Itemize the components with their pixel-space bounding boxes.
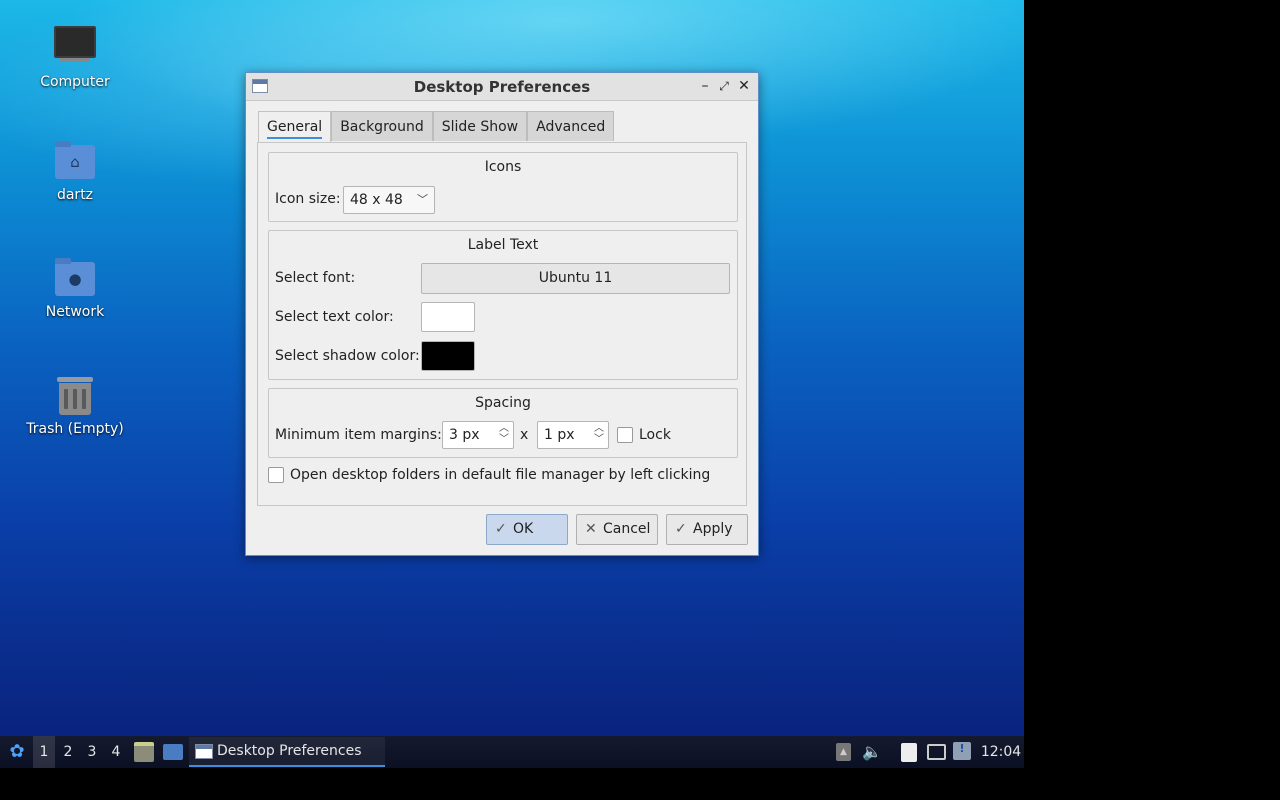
select-font-label: Select font: <box>275 270 356 286</box>
text-color-button[interactable] <box>421 302 475 332</box>
trash-icon <box>53 373 97 417</box>
window-titlebar[interactable]: Desktop Preferences – ⤢ ✕ <box>246 73 758 101</box>
spin-arrows-icon[interactable]: ︿ ﹀ <box>594 423 604 445</box>
computer-icon <box>53 26 97 70</box>
lock-checkbox[interactable] <box>617 427 633 443</box>
screen-border-right <box>1024 0 1280 800</box>
taskbar: ✿ 1 2 3 4 Desktop Preferences ▲ 🔈 ! 12:0… <box>0 736 1024 768</box>
network-folder-icon: ● <box>53 256 97 300</box>
screen-border-bottom <box>0 768 1024 800</box>
check-icon: ✓ <box>675 521 687 537</box>
start-menu-icon[interactable]: ✿ <box>4 736 30 768</box>
group-title: Spacing <box>475 395 531 411</box>
desktop-icon-home[interactable]: ⌂ dartz <box>20 139 130 203</box>
icon-size-select[interactable]: 48 x 48 ﹀ <box>343 186 435 214</box>
minimum-margins-label: Minimum item margins: <box>275 427 442 443</box>
workspace-3[interactable]: 3 <box>81 736 103 768</box>
tab-slide-show[interactable]: Slide Show <box>432 111 528 141</box>
desktop-icon-label: dartz <box>56 187 94 203</box>
check-icon: ✓ <box>495 521 507 537</box>
workspace-1[interactable]: 1 <box>33 736 55 768</box>
close-icon: ✕ <box>585 521 597 537</box>
open-folders-label[interactable]: Open desktop folders in default file man… <box>290 467 710 483</box>
select-shadow-color-label: Select shadow color: <box>275 348 420 364</box>
tray-arrow-up-icon[interactable]: ▲ <box>836 743 851 761</box>
volume-icon[interactable]: 🔈 <box>860 736 884 768</box>
spin-arrows-icon[interactable]: ︿ ﹀ <box>499 423 509 445</box>
clipboard-icon[interactable] <box>901 743 917 762</box>
group-title: Label Text <box>467 237 539 253</box>
desktop-icon-computer[interactable]: Computer <box>20 22 130 90</box>
apply-button[interactable]: ✓ Apply <box>666 514 748 545</box>
workspace-2[interactable]: 2 <box>57 736 79 768</box>
window-title: Desktop Preferences <box>413 78 591 96</box>
shadow-color-button[interactable] <box>421 341 475 371</box>
cancel-button[interactable]: ✕ Cancel <box>576 514 658 545</box>
label-text-group: Label Text Select font: Ubuntu 11 Select… <box>268 230 738 380</box>
window-app-icon <box>195 744 213 759</box>
desktop-icon-label: Network <box>45 304 105 320</box>
desktop-preferences-window: Desktop Preferences – ⤢ ✕ General Backgr… <box>245 72 759 556</box>
spacing-group: Spacing Minimum item margins: 3 px ︿ ﹀ x … <box>268 388 738 458</box>
margin-y-spinbox[interactable]: 1 px ︿ ﹀ <box>537 421 609 449</box>
home-folder-icon: ⌂ <box>53 139 97 183</box>
tab-bar: General Background Slide Show Advanced <box>258 111 615 142</box>
maximize-button[interactable]: ⤢ <box>715 77 733 95</box>
open-folders-checkbox[interactable] <box>268 467 284 483</box>
icons-group: Icons Icon size: 48 x 48 ﹀ <box>268 152 738 222</box>
group-title: Icons <box>484 159 522 175</box>
icon-size-label: Icon size: <box>275 191 341 207</box>
font-chooser-button[interactable]: Ubuntu 11 <box>421 263 730 294</box>
select-text-color-label: Select text color: <box>275 309 394 325</box>
chevron-down-icon: ﹀ <box>417 193 428 206</box>
minimize-button[interactable]: – <box>696 77 714 95</box>
clock[interactable]: 12:04 <box>980 736 1022 768</box>
network-icon[interactable] <box>927 744 946 760</box>
tab-general[interactable]: General <box>258 111 332 142</box>
update-notifier-icon[interactable]: ! <box>953 742 971 760</box>
general-tab-panel: Icons Icon size: 48 x 48 ﹀ Label Text Se… <box>257 142 747 506</box>
ok-button[interactable]: ✓ OK <box>486 514 568 545</box>
margin-x-spinbox[interactable]: 3 px ︿ ﹀ <box>442 421 514 449</box>
desktop-icon-network[interactable]: ● Network <box>20 256 130 320</box>
tab-advanced[interactable]: Advanced <box>527 111 615 141</box>
show-desktop-icon[interactable] <box>163 744 183 760</box>
margin-separator: x <box>520 427 529 443</box>
lock-label: Lock <box>639 427 671 443</box>
desktop-icon-trash[interactable]: Trash (Empty) <box>20 373 130 437</box>
close-button[interactable]: ✕ <box>735 77 753 95</box>
desktop-icon-label: Trash (Empty) <box>26 421 124 437</box>
task-desktop-preferences[interactable]: Desktop Preferences <box>189 737 385 767</box>
desktop-icon-label: Computer <box>40 74 110 90</box>
desktop: Computer ⌂ dartz ● Network Trash (Empty)… <box>0 0 1024 768</box>
tab-background[interactable]: Background <box>331 111 433 141</box>
file-manager-icon[interactable] <box>134 742 154 762</box>
workspace-4[interactable]: 4 <box>105 736 127 768</box>
